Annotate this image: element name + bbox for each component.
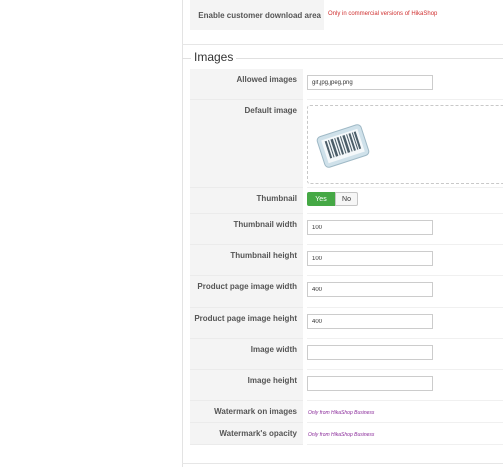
row-thumbnail: Thumbnail Yes No	[190, 188, 503, 214]
row-image-width: Image width	[190, 339, 503, 370]
default-image-label: Default image	[190, 100, 303, 188]
thumbnail-no-button[interactable]: No	[335, 192, 358, 206]
row-watermark-opacity: Watermark's opacity Only from HikaShop B…	[190, 423, 503, 445]
product-page-image-width-cell	[307, 276, 503, 308]
image-width-label: Image width	[190, 339, 303, 370]
watermark-opacity-cell: Only from HikaShop Business	[307, 423, 503, 445]
thumbnail-toggle: Yes No	[307, 192, 358, 206]
allowed-images-input[interactable]	[307, 75, 433, 90]
customer-download-area-label: Enable customer download area	[190, 0, 324, 30]
thumbnail-width-label: Thumbnail width	[190, 214, 303, 245]
thumbnail-height-cell	[307, 245, 503, 276]
watermark-on-images-label: Watermark on images	[190, 401, 303, 423]
section-divider	[182, 44, 503, 45]
commercial-version-note: Only in commercial versions of HikaShop	[328, 11, 438, 17]
watermark-on-images-cell: Only from HikaShop Business	[307, 401, 503, 423]
section-bottom-divider	[182, 463, 503, 464]
image-height-cell	[307, 370, 503, 401]
thumbnail-yes-button[interactable]: Yes	[307, 192, 335, 206]
row-watermark-on-images: Watermark on images Only from HikaShop B…	[190, 401, 503, 423]
default-image-cell	[307, 100, 503, 188]
row-allowed-images: Allowed images	[190, 69, 503, 100]
watermark-opacity-label: Watermark's opacity	[190, 423, 303, 445]
row-product-page-image-width: Product page image width	[190, 276, 503, 308]
row-default-image: Default image	[190, 100, 503, 188]
image-width-input[interactable]	[307, 345, 433, 360]
thumbnail-height-input[interactable]	[307, 251, 433, 266]
panel-border	[182, 0, 183, 467]
thumbnail-width-cell	[307, 214, 503, 245]
row-thumbnail-height: Thumbnail height	[190, 245, 503, 276]
barcode-label-icon	[314, 122, 372, 175]
allowed-images-label: Allowed images	[190, 69, 303, 100]
watermark-business-note: Only from HikaShop Business	[308, 410, 375, 416]
product-page-image-height-input[interactable]	[307, 314, 433, 329]
thumbnail-label: Thumbnail	[190, 188, 303, 214]
thumbnail-width-input[interactable]	[307, 220, 433, 235]
image-height-label: Image height	[190, 370, 303, 401]
product-page-image-height-cell	[307, 308, 503, 339]
thumbnail-height-label: Thumbnail height	[190, 245, 303, 276]
default-image-upload-area[interactable]	[307, 105, 503, 184]
image-width-cell	[307, 339, 503, 370]
images-section-title: Images	[191, 50, 237, 64]
allowed-images-cell	[307, 69, 503, 100]
product-page-image-height-label: Product page image height	[190, 308, 303, 339]
row-image-height: Image height	[190, 370, 503, 401]
row-thumbnail-width: Thumbnail width	[190, 214, 503, 245]
image-height-input[interactable]	[307, 376, 433, 391]
watermark-opacity-business-note: Only from HikaShop Business	[308, 432, 375, 438]
thumbnail-cell: Yes No	[307, 188, 503, 214]
product-page-image-width-input[interactable]	[307, 282, 433, 297]
row-product-page-image-height: Product page image height	[190, 308, 503, 339]
row-customer-download-area: Enable customer download area Only in co…	[190, 0, 503, 30]
product-page-image-width-label: Product page image width	[190, 276, 303, 308]
